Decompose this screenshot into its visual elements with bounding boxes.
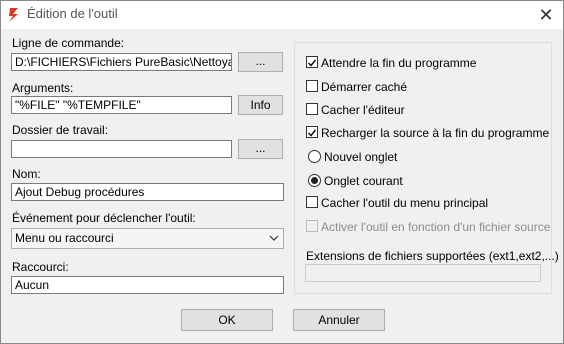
start-hidden-checkbox[interactable] xyxy=(306,80,318,92)
enable-by-source-label: Activer l'outil en fonction d'un fichier… xyxy=(321,220,551,234)
commandline-label: Ligne de commande: xyxy=(12,36,125,50)
wait-end-checkbox[interactable] xyxy=(306,56,318,68)
commandline-input[interactable]: D:\FICHIERS\Fichiers PureBasic\Nettoyage… xyxy=(11,53,232,71)
purebasic-flame-icon xyxy=(9,8,18,22)
hide-editor-label: Cacher l'éditeur xyxy=(321,103,405,117)
arguments-info-button[interactable]: Info xyxy=(238,95,283,115)
cancel-button[interactable]: Annuler xyxy=(293,309,385,331)
new-tab-radio[interactable] xyxy=(308,150,321,163)
checkmark-icon xyxy=(307,129,317,137)
shortcut-input[interactable]: Aucun xyxy=(11,276,284,294)
reload-source-label: Recharger la source à la fin du programm… xyxy=(321,126,550,140)
close-icon[interactable]: ✕ xyxy=(535,5,557,25)
trigger-select-value: Menu ou raccourci xyxy=(15,231,114,245)
trigger-select[interactable]: Menu ou raccourci xyxy=(11,228,284,249)
chevron-down-icon xyxy=(269,235,279,241)
current-tab-label: Onglet courant xyxy=(324,174,403,188)
ok-button[interactable]: OK xyxy=(181,309,273,331)
start-hidden-label: Démarrer caché xyxy=(321,80,408,94)
arguments-label: Arguments: xyxy=(12,81,74,95)
workdir-browse-button[interactable]: ... xyxy=(238,139,283,159)
window-title: Édition de l'outil xyxy=(27,6,118,21)
current-tab-radio[interactable] xyxy=(308,174,321,187)
tool-edit-dialog: Édition de l'outil ✕ Ligne de commande: … xyxy=(0,0,564,344)
hide-tool-menu-checkbox[interactable] xyxy=(306,196,318,208)
arguments-input[interactable]: "%FILE" "%TEMPFILE" xyxy=(11,96,232,114)
shortcut-label: Raccourci: xyxy=(12,260,69,274)
commandline-browse-button[interactable]: ... xyxy=(238,52,283,72)
trigger-label: Événement pour déclencher l'outil: xyxy=(12,211,196,225)
reload-source-checkbox[interactable] xyxy=(306,126,318,138)
enable-by-source-checkbox xyxy=(306,220,318,232)
checkmark-icon xyxy=(307,59,317,67)
workdir-input[interactable] xyxy=(11,140,232,158)
extensions-input xyxy=(305,264,541,282)
extensions-label: Extensions de fichiers supportées (ext1,… xyxy=(306,249,559,263)
workdir-label: Dossier de travail: xyxy=(12,123,109,137)
wait-end-label: Attendre la fin du programme xyxy=(321,56,477,70)
radio-selected-dot xyxy=(311,177,318,184)
name-input[interactable]: Ajout Debug procédures xyxy=(11,183,284,201)
title-bar: Édition de l'outil ✕ xyxy=(1,1,563,29)
new-tab-label: Nouvel onglet xyxy=(324,150,398,164)
hide-editor-checkbox[interactable] xyxy=(306,103,318,115)
name-label: Nom: xyxy=(12,167,41,181)
hide-tool-menu-label: Cacher l'outil du menu principal xyxy=(321,196,489,210)
